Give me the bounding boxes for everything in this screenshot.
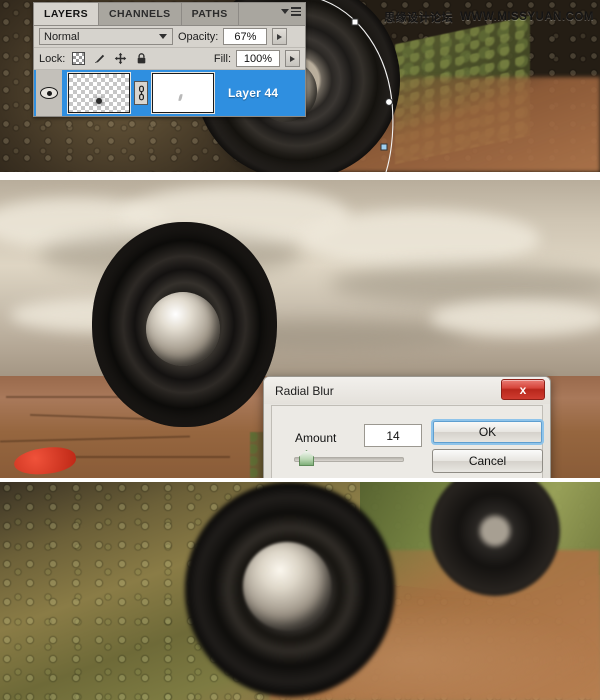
watermark-chinese: 思缘设计论坛 <box>384 11 454 24</box>
opacity-slider-button[interactable] <box>272 28 288 45</box>
fill-slider-button[interactable] <box>285 50 300 67</box>
watermark-url: WWW.MISSYUAN.COM <box>460 11 594 23</box>
layer-thumbnail[interactable] <box>67 72 131 114</box>
watermark: 思缘设计论坛 WWW.MISSYUAN.COM <box>384 9 594 25</box>
panel2-hubcap <box>146 292 220 366</box>
dialog-title-bar[interactable]: Radial Blur x <box>264 377 550 404</box>
layer-row-layer-44[interactable]: Layer 44 <box>34 70 305 116</box>
layers-panel-tabs: LAYERS CHANNELS PATHS <box>34 3 305 26</box>
dialog-title: Radial Blur <box>275 383 334 398</box>
lock-all-icon[interactable] <box>135 52 148 65</box>
amount-slider-handle[interactable] <box>299 450 314 466</box>
lock-transparency-icon[interactable] <box>72 52 86 65</box>
tab-layers[interactable]: LAYERS <box>34 3 100 25</box>
opacity-input[interactable]: 67% <box>223 28 268 45</box>
chevron-down-icon <box>159 34 167 39</box>
link-mask-icon[interactable] <box>134 81 148 105</box>
radial-blur-dialog: Radial Blur x Amount 14 OK Cancel Blur M… <box>263 376 551 478</box>
opacity-label: Opacity: <box>178 30 219 43</box>
lock-image-icon[interactable] <box>93 52 106 65</box>
tab-channels[interactable]: CHANNELS <box>99 3 182 25</box>
fill-input[interactable]: 100% <box>236 50 280 67</box>
blend-mode-select[interactable]: Normal <box>39 28 173 45</box>
dialog-body: Amount 14 OK Cancel Blur Method: Spin Zo… <box>271 405 544 478</box>
lock-label: Lock: <box>39 52 66 65</box>
panel-menu-icon[interactable] <box>281 7 301 16</box>
lock-position-icon[interactable] <box>114 52 127 65</box>
ok-button[interactable]: OK <box>431 419 544 445</box>
close-icon[interactable]: x <box>501 379 545 400</box>
fill-label: Fill: <box>213 52 231 65</box>
blend-opacity-row: Normal Opacity: 67% <box>34 26 305 48</box>
layer-mask-thumbnail[interactable] <box>151 72 215 114</box>
lock-fill-row: Lock: Fill: 100% <box>34 48 305 70</box>
amount-label: Amount <box>295 431 337 445</box>
tab-paths[interactable]: PATHS <box>181 3 239 25</box>
cancel-button[interactable]: Cancel <box>432 449 543 473</box>
panel-step-2: Radial Blur x Amount 14 OK Cancel Blur M… <box>0 180 600 478</box>
layer-visibility-toggle[interactable] <box>36 70 62 116</box>
chevron-down-icon <box>281 8 289 14</box>
lock-icon-group <box>72 52 148 65</box>
panel-step-1: 思缘设计论坛 WWW.MISSYUAN.COM LAYERS CHANNELS … <box>0 0 600 172</box>
panel3-blurred-hubcap <box>243 542 331 630</box>
layer-name: Layer 44 <box>228 86 279 100</box>
amount-input[interactable]: 14 <box>364 424 422 447</box>
layers-panel: LAYERS CHANNELS PATHS Normal Opacity: 67… <box>33 2 306 117</box>
hamburger-icon <box>291 7 301 16</box>
blend-mode-value: Normal <box>44 30 80 43</box>
eye-icon <box>40 87 58 99</box>
tutorial-screenshot-stack: 思缘设计论坛 WWW.MISSYUAN.COM LAYERS CHANNELS … <box>0 0 600 700</box>
panel-step-3 <box>0 482 600 700</box>
